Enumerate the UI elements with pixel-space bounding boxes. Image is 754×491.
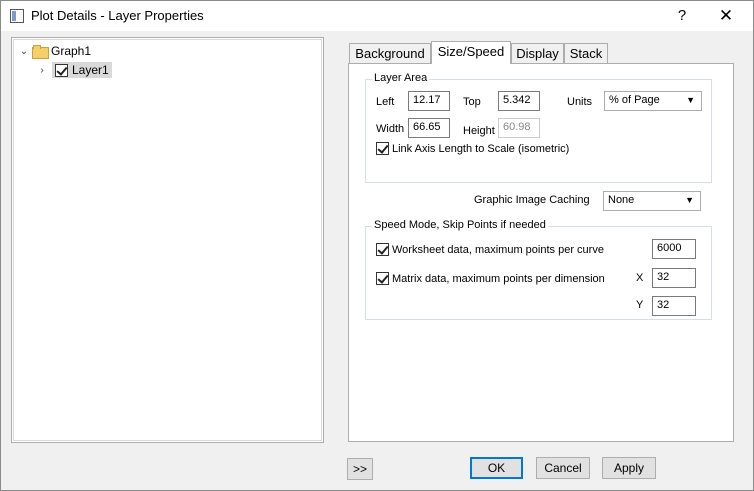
group-title: Speed Mode, Skip Points if needed — [372, 219, 548, 231]
graphic-caching-select[interactable]: None ▼ — [603, 191, 701, 211]
expand-chevron-icon[interactable]: › — [36, 65, 48, 76]
height-input: 60.98 — [498, 118, 540, 138]
link-axis-option[interactable]: Link Axis Length to Scale (isometric) — [376, 142, 569, 155]
layer-tree-view[interactable]: ⌄ Graph1 › Layer1 — [11, 37, 324, 443]
collapse-chevron-icon[interactable]: ⌄ — [18, 46, 30, 57]
matrix-data-checkbox[interactable] — [376, 272, 389, 285]
units-label: Units — [567, 96, 593, 108]
tree-view-frame — [13, 39, 322, 441]
graphic-caching-label: Graphic Image Caching — [474, 194, 590, 206]
worksheet-data-label: Worksheet data, maximum points per curve — [392, 243, 604, 256]
folder-open-icon — [32, 45, 49, 59]
cancel-button[interactable]: Cancel — [536, 457, 590, 479]
y-label: Y — [636, 299, 644, 311]
layer-area-group: Layer Area Left 12.17 Top 5.342 Units % … — [365, 72, 712, 183]
app-icon — [10, 9, 24, 23]
tree-item-label: Layer1 — [72, 63, 109, 77]
chevron-down-icon: ▼ — [686, 95, 695, 105]
chevron-down-icon: ▼ — [685, 195, 694, 205]
tab-display[interactable]: Display — [511, 43, 564, 63]
worksheet-max-points-input[interactable]: 6000 — [652, 239, 696, 259]
worksheet-data-option[interactable]: Worksheet data, maximum points per curve — [376, 243, 604, 256]
tab-size-speed[interactable]: Size/Speed — [431, 41, 511, 64]
width-input[interactable]: 66.65 — [408, 118, 450, 138]
close-button[interactable]: ✕ — [713, 5, 739, 27]
link-axis-label: Link Axis Length to Scale (isometric) — [392, 142, 570, 155]
top-label: Top — [463, 96, 481, 108]
units-select-value: % of Page — [609, 94, 660, 106]
caching-select-value: None — [608, 194, 635, 206]
tree-item-label: Graph1 — [51, 44, 92, 58]
tree-item-graph1[interactable]: ⌄ Graph1 — [18, 42, 91, 60]
left-input[interactable]: 12.17 — [408, 91, 450, 111]
tab-background[interactable]: Background — [349, 43, 431, 63]
matrix-data-option[interactable]: Matrix data, maximum points per dimensio… — [376, 272, 605, 285]
tree-item-selection: Layer1 — [52, 62, 112, 78]
plot-details-dialog: Plot Details - Layer Properties ? ✕ ⌄ Gr… — [0, 0, 754, 491]
apply-button[interactable]: Apply — [602, 457, 656, 479]
width-label: Width — [376, 123, 405, 135]
matrix-x-input[interactable]: 32 — [652, 268, 696, 288]
top-input[interactable]: 5.342 — [498, 91, 540, 111]
layer-visible-checkbox[interactable] — [55, 63, 68, 77]
window-title: Plot Details - Layer Properties — [31, 8, 204, 23]
x-label: X — [636, 272, 644, 284]
left-label: Left — [376, 96, 395, 108]
expand-panel-button[interactable]: >> — [347, 458, 373, 480]
matrix-data-label: Matrix data, maximum points per dimensio… — [392, 272, 605, 285]
tree-item-layer1[interactable]: › Layer1 — [36, 61, 112, 79]
help-button[interactable]: ? — [671, 5, 693, 27]
worksheet-data-checkbox[interactable] — [376, 243, 389, 256]
link-axis-checkbox[interactable] — [376, 142, 389, 155]
units-select[interactable]: % of Page ▼ — [604, 91, 702, 111]
group-title: Layer Area — [372, 72, 430, 84]
size-speed-panel: Layer Area Left 12.17 Top 5.342 Units % … — [348, 63, 734, 442]
height-label: Height — [463, 125, 495, 137]
tab-stack[interactable]: Stack — [564, 43, 608, 63]
title-bar: Plot Details - Layer Properties ? ✕ — [1, 1, 753, 31]
matrix-y-input[interactable]: 32 — [652, 296, 696, 316]
speed-mode-group: Speed Mode, Skip Points if needed Worksh… — [365, 219, 712, 320]
ok-button[interactable]: OK — [470, 457, 523, 479]
